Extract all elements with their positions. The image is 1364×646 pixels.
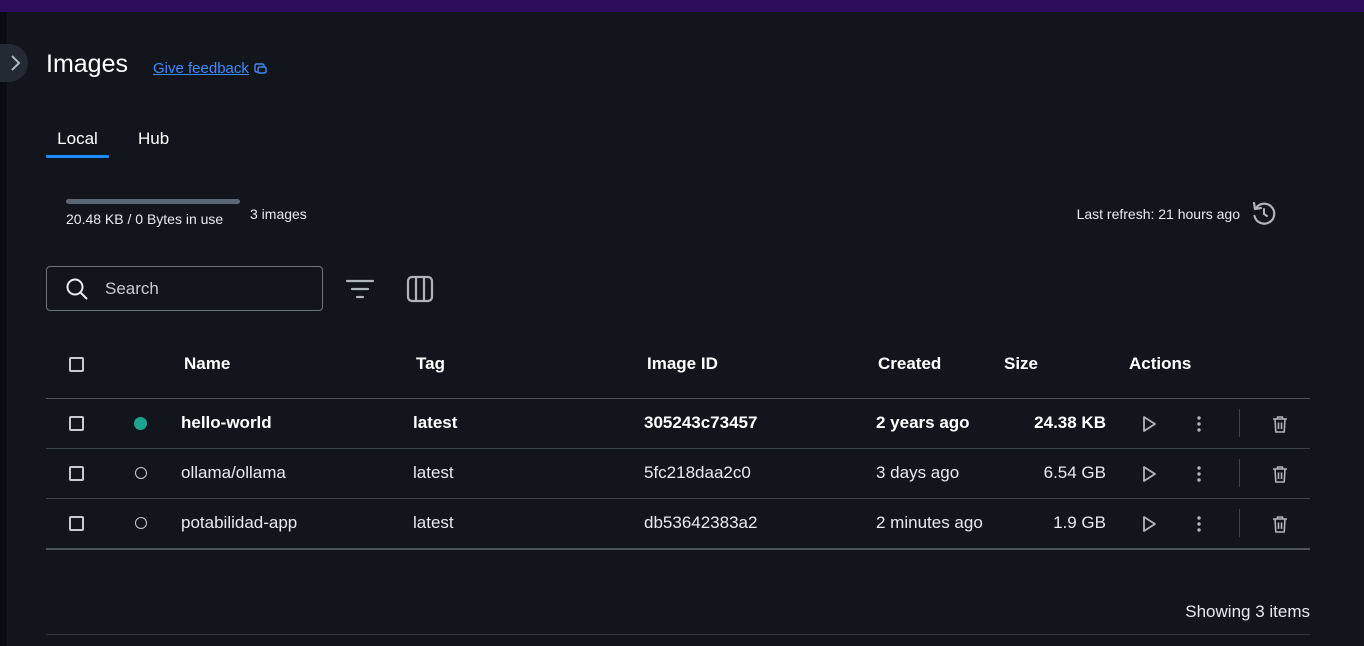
tab-hub[interactable]: Hub bbox=[138, 129, 169, 149]
more-actions-button[interactable] bbox=[1187, 512, 1211, 536]
play-icon bbox=[1143, 466, 1156, 482]
image-tag: latest bbox=[413, 513, 454, 532]
chevron-right-icon bbox=[11, 55, 21, 71]
expand-sidebar-button[interactable] bbox=[0, 44, 28, 82]
image-created: 3 days ago bbox=[876, 463, 960, 482]
action-separator bbox=[1239, 409, 1240, 437]
search-box[interactable] bbox=[46, 266, 323, 311]
footer-divider bbox=[46, 634, 1310, 635]
more-vertical-icon bbox=[1197, 416, 1201, 432]
action-separator bbox=[1239, 509, 1240, 537]
row-checkbox[interactable] bbox=[69, 466, 84, 481]
column-header-name[interactable]: Name bbox=[184, 354, 230, 374]
tab-local-underline bbox=[46, 155, 109, 158]
delete-button[interactable] bbox=[1268, 412, 1292, 436]
image-size: 24.38 KB bbox=[1034, 413, 1106, 432]
last-refresh-text: Last refresh: 21 hours ago bbox=[1076, 206, 1240, 222]
play-icon bbox=[1143, 416, 1156, 432]
external-feedback-icon bbox=[254, 63, 267, 74]
image-created: 2 minutes ago bbox=[876, 513, 983, 532]
run-button[interactable] bbox=[1137, 512, 1161, 536]
give-feedback-link[interactable]: Give feedback bbox=[153, 60, 268, 77]
more-actions-button[interactable] bbox=[1187, 462, 1211, 486]
images-table: Name Tag Image ID Created Size Actions h… bbox=[46, 338, 1310, 550]
give-feedback-label: Give feedback bbox=[153, 60, 249, 77]
tab-local[interactable]: Local bbox=[46, 129, 109, 149]
image-id: db53642383a2 bbox=[644, 513, 758, 532]
table-header: Name Tag Image ID Created Size Actions bbox=[46, 338, 1310, 399]
more-vertical-icon bbox=[1197, 466, 1201, 482]
image-tag: latest bbox=[413, 463, 454, 482]
image-name[interactable]: potabilidad-app bbox=[181, 513, 297, 533]
pagination-summary: Showing 3 items bbox=[1185, 602, 1310, 621]
in-use-indicator bbox=[134, 417, 147, 430]
image-size: 1.9 GB bbox=[1053, 513, 1106, 532]
table-row[interactable]: hello-world latest 305243c73457 2 years … bbox=[46, 399, 1310, 449]
more-actions-button[interactable] bbox=[1187, 412, 1211, 436]
disk-usage-text: 20.48 KB / 0 Bytes in use bbox=[66, 211, 224, 227]
image-name[interactable]: ollama/ollama bbox=[181, 463, 286, 483]
play-icon bbox=[1143, 516, 1156, 532]
column-header-actions: Actions bbox=[1129, 354, 1192, 373]
not-in-use-indicator bbox=[135, 467, 147, 479]
not-in-use-indicator bbox=[135, 517, 147, 529]
row-checkbox[interactable] bbox=[69, 416, 84, 431]
delete-button[interactable] bbox=[1268, 462, 1292, 486]
image-id: 305243c73457 bbox=[644, 413, 758, 432]
trash-icon bbox=[1273, 515, 1287, 533]
search-icon bbox=[66, 278, 88, 299]
columns-icon[interactable] bbox=[405, 274, 435, 304]
delete-button[interactable] bbox=[1268, 512, 1292, 536]
image-created: 2 years ago bbox=[876, 413, 970, 432]
top-bar bbox=[0, 0, 1364, 12]
run-button[interactable] bbox=[1137, 462, 1161, 486]
column-header-image-id[interactable]: Image ID bbox=[647, 354, 718, 374]
image-id: 5fc218daa2c0 bbox=[644, 463, 751, 482]
more-vertical-icon bbox=[1197, 516, 1201, 532]
table-row[interactable]: potabilidad-app latest db53642383a2 2 mi… bbox=[46, 499, 1310, 550]
image-tag: latest bbox=[413, 413, 458, 432]
refresh-icon[interactable] bbox=[1249, 199, 1279, 229]
image-count: 3 images bbox=[250, 206, 307, 222]
page-title: Images bbox=[46, 50, 128, 78]
trash-icon bbox=[1273, 415, 1287, 433]
filter-icon[interactable] bbox=[345, 276, 375, 302]
left-rail bbox=[0, 12, 7, 646]
select-all-checkbox[interactable] bbox=[69, 357, 84, 372]
action-separator bbox=[1239, 459, 1240, 487]
disk-usage-bar bbox=[66, 199, 240, 204]
row-checkbox[interactable] bbox=[69, 516, 84, 531]
column-header-tag[interactable]: Tag bbox=[416, 354, 445, 374]
table-row[interactable]: ollama/ollama latest 5fc218daa2c0 3 days… bbox=[46, 449, 1310, 499]
column-header-created[interactable]: Created bbox=[878, 354, 941, 374]
trash-icon bbox=[1273, 465, 1287, 483]
run-button[interactable] bbox=[1137, 412, 1161, 436]
image-size: 6.54 GB bbox=[1043, 463, 1106, 482]
image-name[interactable]: hello-world bbox=[181, 413, 272, 433]
search-input[interactable] bbox=[103, 277, 307, 300]
column-header-size[interactable]: Size bbox=[1004, 354, 1038, 374]
